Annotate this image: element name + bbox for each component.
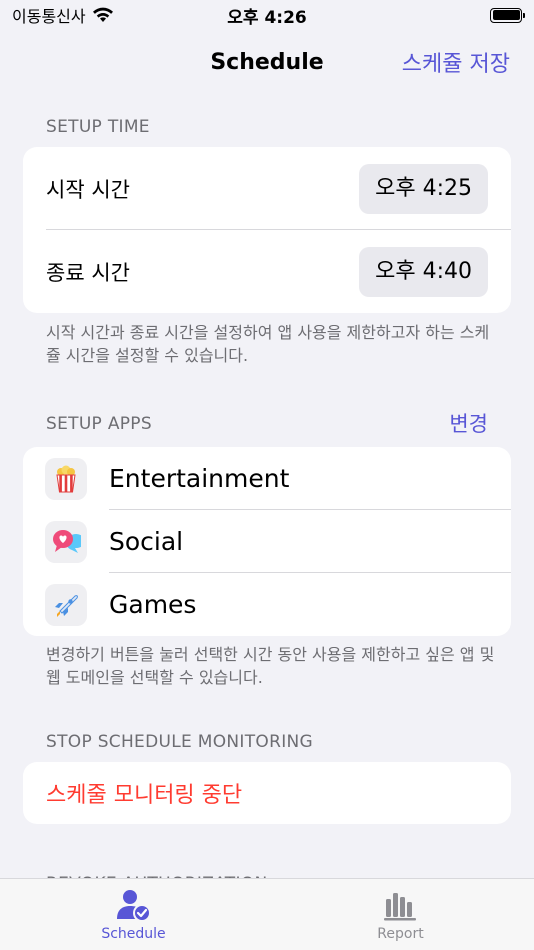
stop-monitoring-card: 스케줄 모니터링 중단 xyxy=(23,762,511,824)
rocket-icon xyxy=(45,583,87,626)
bar-chart-icon xyxy=(383,893,416,921)
stop-monitoring-header: STOP SCHEDULE MONITORING xyxy=(46,732,314,752)
app-label-entertainment: Entertainment xyxy=(109,464,290,493)
setup-apps-header: SETUP APPS xyxy=(46,414,152,434)
start-time-label: 시작 시간 xyxy=(46,177,130,202)
navigation-bar: Schedule 스케쥴 저장 xyxy=(0,40,534,84)
save-schedule-button[interactable]: 스케쥴 저장 xyxy=(402,46,510,78)
carrier-name: 이동통신사 xyxy=(12,7,86,26)
status-time: 오후 4:26 xyxy=(227,7,307,28)
end-time-label: 종료 시간 xyxy=(46,260,130,285)
popcorn-icon xyxy=(45,457,87,500)
end-time-row: 종료 시간 오후 4:40 xyxy=(23,230,511,313)
change-apps-button[interactable]: 변경 xyxy=(449,408,488,438)
status-bar: 이동통신사 오후 4:26 xyxy=(0,0,534,30)
tab-report[interactable]: Report xyxy=(267,879,534,950)
battery-icon xyxy=(490,7,525,23)
stop-monitoring-row: 스케줄 모니터링 중단 xyxy=(23,762,511,824)
page-title: Schedule xyxy=(210,49,324,75)
person-check-icon xyxy=(116,890,151,922)
tab-schedule[interactable]: Schedule xyxy=(0,879,267,950)
tab-report-label: Report xyxy=(377,926,424,942)
app-row-games[interactable]: Games xyxy=(23,573,511,636)
setup-time-header: SETUP TIME xyxy=(46,117,150,137)
app-row-social[interactable]: Social xyxy=(23,510,511,573)
app-label-social: Social xyxy=(109,527,184,556)
setup-time-footer: 시작 시간과 종료 시간을 설정하여 앱 사용을 제한하고자 하는 스케쥴 시간… xyxy=(46,323,490,365)
wifi-icon xyxy=(92,7,113,22)
setup-apps-card: Entertainment Social Games xyxy=(23,447,511,636)
app-row-entertainment[interactable]: Entertainment xyxy=(23,447,511,510)
app-label-games: Games xyxy=(109,590,197,619)
chat-bubbles-icon xyxy=(45,520,87,563)
setup-time-card: 시작 시간 오후 4:25 종료 시간 오후 4:40 xyxy=(23,147,511,313)
end-time-picker[interactable]: 오후 4:40 xyxy=(359,246,488,297)
start-time-row: 시작 시간 오후 4:25 xyxy=(23,147,511,230)
start-time-picker[interactable]: 오후 4:25 xyxy=(359,163,488,214)
stop-monitoring-button[interactable]: 스케줄 모니터링 중단 xyxy=(46,777,242,809)
tab-schedule-label: Schedule xyxy=(101,926,166,942)
status-left: 이동통신사 xyxy=(12,3,114,27)
setup-apps-footer: 변경하기 버튼을 눌러 선택한 시간 동안 사용을 제한하고 싶은 앱 및 웹 … xyxy=(46,645,495,687)
tab-bar: Schedule Report xyxy=(0,878,534,950)
